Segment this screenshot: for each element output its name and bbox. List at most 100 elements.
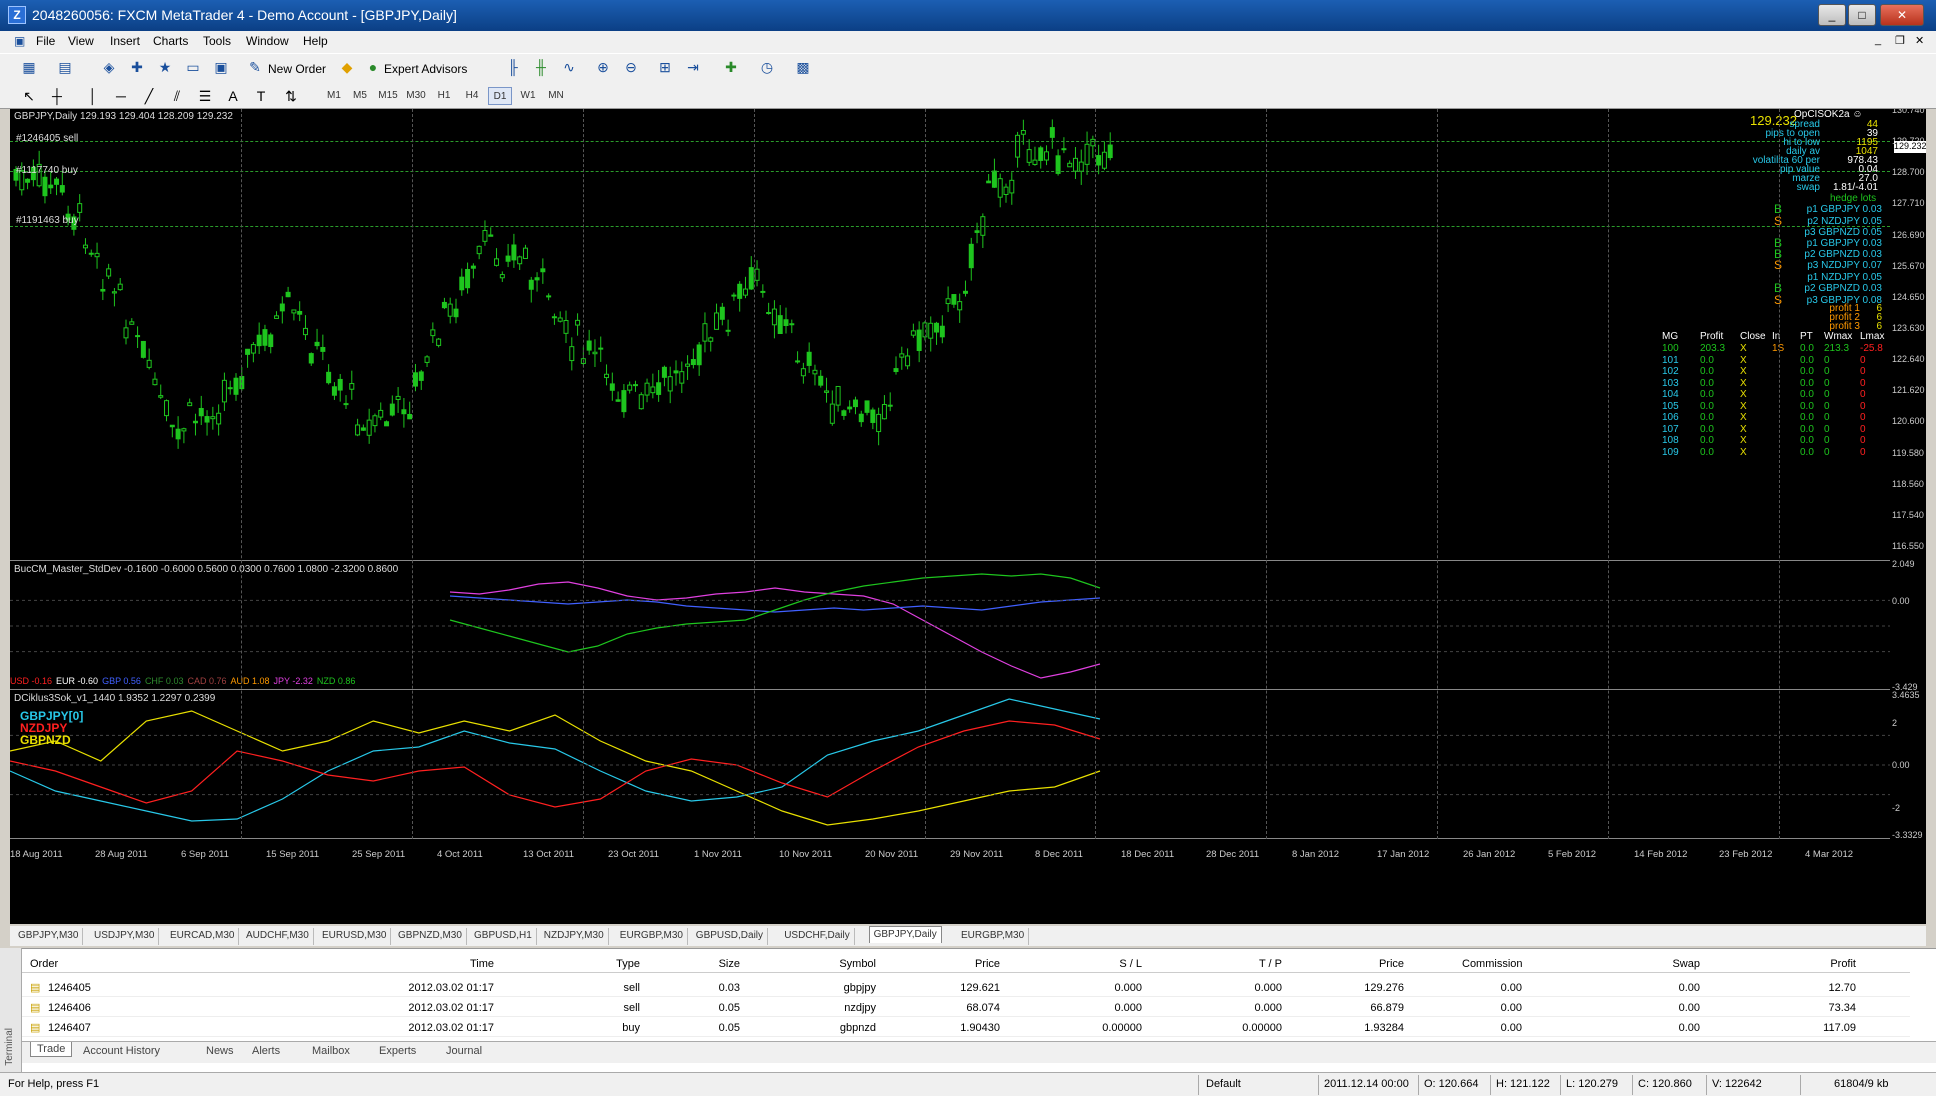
maximize-icon[interactable]: □ <box>1848 4 1876 26</box>
candle-body <box>146 359 152 368</box>
cursor-icon[interactable]: ↖ <box>18 85 40 107</box>
chart-tab[interactable]: EURGBP,M30 <box>616 928 688 945</box>
column-header[interactable]: Symbol <box>816 958 876 970</box>
timeframe-w1[interactable]: W1 <box>516 87 540 105</box>
chart-tab[interactable]: GBPJPY,M30 <box>14 928 84 945</box>
chart-tab[interactable]: EURCAD,M30 <box>166 928 240 945</box>
menu-help[interactable]: Help <box>303 34 328 48</box>
candle-body <box>644 382 650 396</box>
tile-windows-icon[interactable]: ⊞ <box>654 56 676 78</box>
price-tick: 127.710 <box>1892 198 1925 208</box>
chart-tab[interactable]: AUDCHF,M30 <box>242 928 314 945</box>
candle-body <box>100 288 106 292</box>
zoom-in-icon[interactable]: ⊕ <box>592 56 614 78</box>
chart-tab[interactable]: EURGBP,M30 <box>957 928 1030 945</box>
column-header[interactable]: Order <box>30 958 58 970</box>
chart-tab[interactable]: GBPJPY,Daily <box>868 926 942 943</box>
timeframe-h1[interactable]: H1 <box>432 87 456 105</box>
autoscroll-icon[interactable]: ⇥ <box>682 56 704 78</box>
market-watch-icon[interactable]: ◈ <box>98 56 120 78</box>
timeframe-m15[interactable]: M15 <box>376 87 400 105</box>
minimize-icon[interactable]: _ <box>1818 4 1846 26</box>
column-header[interactable]: Swap <box>1640 958 1700 970</box>
column-header[interactable]: Time <box>434 958 494 970</box>
mg-cell: 0.0 <box>1700 412 1714 423</box>
mdi-close-icon[interactable]: ✕ <box>1915 34 1924 47</box>
chart-tab[interactable]: GBPUSD,H1 <box>470 928 537 945</box>
profiles-icon[interactable]: ▤ <box>54 56 76 78</box>
text-icon[interactable]: A <box>222 85 244 107</box>
candle-body <box>123 327 129 339</box>
metaeditor-icon[interactable]: ◆ <box>336 56 358 78</box>
candle-body <box>824 390 830 393</box>
candle-body <box>511 244 517 261</box>
chart-tab[interactable]: NZDJPY,M30 <box>540 928 609 945</box>
column-header[interactable]: T / P <box>1222 958 1282 970</box>
vertical-line-icon[interactable]: │ <box>82 85 104 107</box>
fibonacci-icon[interactable]: ☰ <box>194 85 216 107</box>
expert-advisors-icon[interactable]: ● <box>362 56 384 78</box>
templates-icon[interactable]: ▩ <box>792 56 814 78</box>
timeframe-m5[interactable]: M5 <box>348 87 372 105</box>
mdi-minimize-icon[interactable]: _ <box>1875 34 1881 46</box>
terminal-tab-alerts[interactable]: Alerts <box>252 1045 280 1057</box>
channel-icon[interactable]: ⫽ <box>166 85 188 107</box>
data-window-icon[interactable]: ✚ <box>126 56 148 78</box>
close-icon[interactable]: ✕ <box>1880 4 1924 26</box>
column-header[interactable]: Type <box>580 958 640 970</box>
terminal-tab-experts[interactable]: Experts <box>379 1045 416 1057</box>
column-header[interactable]: S / L <box>1082 958 1142 970</box>
crosshair-icon[interactable]: ┼ <box>46 85 68 107</box>
terminal-tab-account-history[interactable]: Account History <box>83 1045 160 1057</box>
chart-tab[interactable]: USDCHF,Daily <box>780 928 855 945</box>
zoom-out-icon[interactable]: ⊖ <box>620 56 642 78</box>
candle-body <box>152 378 158 386</box>
menu-view[interactable]: View <box>68 34 94 48</box>
timeframe-m1[interactable]: M1 <box>322 87 346 105</box>
chart-tab[interactable]: GBPNZD,M30 <box>394 928 467 945</box>
navigator-icon[interactable]: ★ <box>154 56 176 78</box>
terminal-tab-journal[interactable]: Journal <box>446 1045 482 1057</box>
terminal-tab-trade[interactable]: Trade <box>30 1042 73 1057</box>
chart-tab[interactable]: GBPUSD,Daily <box>692 928 769 945</box>
menu-insert[interactable]: Insert <box>110 34 140 48</box>
periods-icon[interactable]: ◷ <box>756 56 778 78</box>
trendline-icon[interactable]: ╱ <box>138 85 160 107</box>
timeframe-mn[interactable]: MN <box>544 87 568 105</box>
menu-file[interactable]: File <box>36 34 55 48</box>
timeframe-h4[interactable]: H4 <box>460 87 484 105</box>
column-header[interactable]: Price <box>1344 958 1404 970</box>
timeframe-m30[interactable]: M30 <box>404 87 428 105</box>
tester-icon[interactable]: ▣ <box>210 56 232 78</box>
arrows-icon[interactable]: ⇅ <box>280 85 302 107</box>
expert-advisors-button[interactable]: Expert Advisors <box>384 62 467 76</box>
candlestick-icon[interactable]: ╫ <box>530 56 552 78</box>
chart-tab[interactable]: USDJPY,M30 <box>90 928 160 945</box>
new-order-button[interactable]: New Order <box>268 62 326 76</box>
bar-chart-icon[interactable]: ╟ <box>502 56 524 78</box>
column-header[interactable]: Size <box>680 958 740 970</box>
menu-window[interactable]: Window <box>246 34 289 48</box>
new-order-icon[interactable]: ✎ <box>244 56 266 78</box>
terminal-icon[interactable]: ▭ <box>182 56 204 78</box>
line-chart-icon[interactable]: ∿ <box>558 56 580 78</box>
candle-body <box>806 351 812 366</box>
toolbar-drawing: ↖ ┼ │ ─ ╱ ⫽ ☰ A T ⇅ M1 M5 M15 M30 H1 H4 … <box>0 83 1936 109</box>
column-header[interactable]: Profit <box>1796 958 1856 970</box>
timeframe-d1[interactable]: D1 <box>488 87 512 105</box>
text-label-icon[interactable]: T <box>250 85 272 107</box>
date-tick: 28 Dec 2011 <box>1206 849 1260 860</box>
mg-cell: 106 <box>1662 412 1679 423</box>
horizontal-line-icon[interactable]: ─ <box>110 85 132 107</box>
chart-tab[interactable]: EURUSD,M30 <box>318 928 392 945</box>
column-header[interactable]: Commission <box>1462 958 1523 970</box>
menu-tools[interactable]: Tools <box>203 34 231 48</box>
menu-charts[interactable]: Charts <box>153 34 188 48</box>
mdi-restore-icon[interactable]: ❐ <box>1895 34 1905 47</box>
terminal-tab-mailbox[interactable]: Mailbox <box>312 1045 350 1057</box>
chart-area[interactable]: GBPJPY,Daily 129.193 129.404 128.209 129… <box>10 109 1926 924</box>
terminal-tab-news[interactable]: News <box>206 1045 234 1057</box>
new-chart-icon[interactable]: ▦ <box>18 56 40 78</box>
column-header[interactable]: Price <box>940 958 1000 970</box>
indicators-icon[interactable]: ✚ <box>720 56 742 78</box>
